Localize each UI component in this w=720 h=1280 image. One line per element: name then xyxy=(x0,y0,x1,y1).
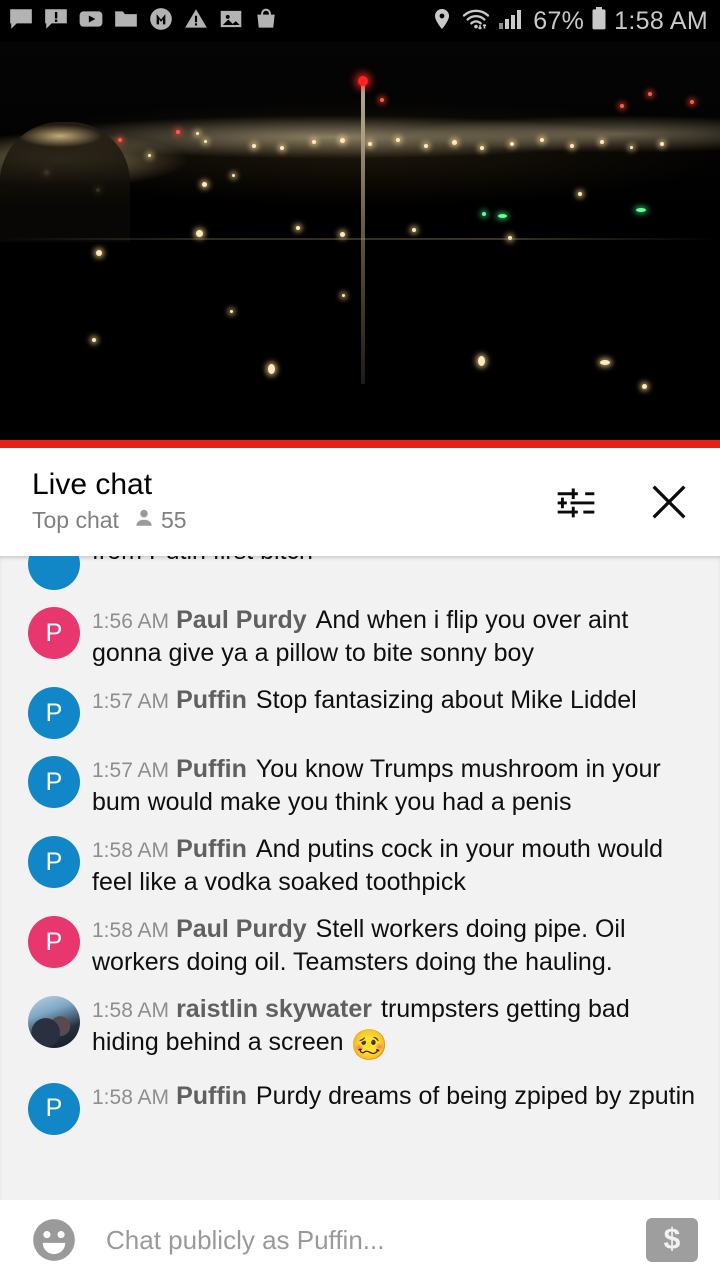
video-player[interactable] xyxy=(0,42,720,448)
live-chat-message-list[interactable]: from Putin first bitch P 1:56 AM Paul Purdy… xyxy=(0,556,720,1201)
chat-message-row[interactable]: from Putin first bitch xyxy=(0,556,720,597)
chat-message-row[interactable]: P 1:58 AM Paul Purdy Stell workers doing pi… xyxy=(0,906,720,986)
chat-message-row[interactable]: P 1:58 AM Puffin Purdy dreams of being zpip… xyxy=(0,1073,720,1142)
message-text: from Putin first bitch xyxy=(92,556,313,565)
location-pin-icon xyxy=(430,6,454,37)
message-author[interactable]: raistlin skywater xyxy=(176,995,372,1023)
message-timestamp: 1:58 AM xyxy=(92,1085,170,1109)
message-author[interactable]: Puffin xyxy=(176,835,247,863)
image-icon xyxy=(218,6,244,37)
avatar[interactable]: P xyxy=(28,916,80,968)
youtube-play-icon xyxy=(78,6,104,37)
chat-mode-label[interactable]: Top chat xyxy=(32,509,119,532)
status-bar: 67% 1:58 AM xyxy=(0,0,720,42)
chat-message-body: 1:58 AM Puffin Purdy dreams of being zpipe… xyxy=(80,1080,696,1113)
chat-alert-icon xyxy=(43,6,69,37)
avatar[interactable] xyxy=(28,556,80,590)
message-text: Purdy dreams of being zpiped by zputin xyxy=(255,1081,696,1110)
chat-message-row[interactable]: 1:58 AM raistlin skywater trumpsters getti… xyxy=(0,986,720,1073)
message-emoji: 🥴 xyxy=(350,1029,388,1062)
avatar[interactable]: P xyxy=(28,836,80,888)
message-author[interactable]: Paul Purdy xyxy=(176,606,307,634)
live-chat-header: Live chat Top chat 55 xyxy=(0,448,720,556)
jefferson-memorial xyxy=(0,122,130,242)
washington-monument xyxy=(361,84,365,384)
horizon-road-line xyxy=(0,238,720,240)
avatar[interactable] xyxy=(28,996,80,1048)
monument-beacon-light xyxy=(358,76,368,86)
status-bar-notification-icons xyxy=(8,6,279,37)
video-progress-bar[interactable] xyxy=(0,440,720,448)
message-timestamp: 1:58 AM xyxy=(92,999,170,1022)
tune-sliders-icon[interactable] xyxy=(554,480,598,524)
close-x-icon[interactable] xyxy=(646,479,692,525)
chat-message-body: 1:58 AM raistlin skywater trumpsters getti… xyxy=(80,993,696,1066)
chat-message-row[interactable]: P 1:57 AM Puffin Stop fantasizing about Mik… xyxy=(0,677,720,746)
signal-bars-icon xyxy=(498,7,524,36)
status-bar-clock: 1:58 AM xyxy=(614,6,708,35)
chat-message-body: from Putin first bitch xyxy=(80,556,696,568)
avatar[interactable]: P xyxy=(28,1082,80,1135)
viewer-count-value: 55 xyxy=(160,507,187,533)
viewer-count: 55 xyxy=(133,507,187,534)
warning-triangle-icon xyxy=(183,6,209,37)
avatar[interactable]: P xyxy=(28,607,80,659)
chat-message-body: 1:58 AM Puffin And putins cock in your mou… xyxy=(80,833,696,899)
live-chat-header-actions xyxy=(554,479,692,525)
chat-bubble-icon xyxy=(8,6,34,37)
city-lights xyxy=(0,42,720,448)
battery-percent-label: 67% xyxy=(533,6,585,35)
chat-message-body: 1:56 AM Paul Purdy And when i flip you ove… xyxy=(80,604,696,670)
message-author[interactable]: Puffin xyxy=(176,1082,247,1110)
message-author[interactable]: Paul Purdy xyxy=(176,915,307,943)
battery-icon xyxy=(591,6,607,37)
chat-message-row[interactable]: P 1:56 AM Paul Purdy And when i flip you ov… xyxy=(0,597,720,677)
circled-m-icon xyxy=(148,6,174,37)
shopping-bag-icon xyxy=(253,6,279,37)
wifi-icon xyxy=(461,6,491,37)
chat-input-bar: $ xyxy=(0,1200,720,1280)
message-timestamp: 1:57 AM xyxy=(92,690,170,713)
page-title: Live chat xyxy=(32,468,153,501)
chat-message-body: 1:57 AM Puffin Stop fantasizing about Mike… xyxy=(80,684,696,717)
folder-icon xyxy=(113,6,139,37)
message-timestamp: 1:58 AM xyxy=(92,839,170,862)
chat-input[interactable] xyxy=(80,1224,646,1256)
message-timestamp: 1:58 AM xyxy=(92,919,170,942)
status-bar-system-icons: 67% 1:58 AM xyxy=(430,6,708,37)
message-text: Stell workers doing pipe. Oil workers do… xyxy=(92,915,626,976)
emoji-smiley-icon[interactable] xyxy=(28,1214,80,1266)
live-chat-header-titles: Live chat Top chat 55 xyxy=(32,470,187,534)
message-text: And when i flip you over aint gonna give… xyxy=(92,606,629,667)
chat-message-body: 1:58 AM Paul Purdy Stell workers doing pip… xyxy=(80,913,696,979)
avatar[interactable]: P xyxy=(28,687,80,739)
live-chat-subheader: Top chat 55 xyxy=(32,507,187,534)
chat-message-row[interactable]: P 1:57 AM Puffin You know Trumps mushroom i… xyxy=(0,746,720,826)
message-timestamp: 1:56 AM xyxy=(92,610,170,633)
message-text: Stop fantasizing about Mike Liddel xyxy=(255,686,637,714)
dollar-sign-icon[interactable]: $ xyxy=(646,1218,698,1262)
chat-message-row[interactable]: P 1:58 AM Puffin And putins cock in your mo… xyxy=(0,826,720,906)
chat-message-body: 1:57 AM Puffin You know Trumps mushroom in… xyxy=(80,753,696,819)
person-icon xyxy=(133,507,155,534)
avatar[interactable]: P xyxy=(28,756,80,808)
message-timestamp: 1:57 AM xyxy=(92,759,170,782)
message-author[interactable]: Puffin xyxy=(176,755,247,783)
message-author[interactable]: Puffin xyxy=(176,686,247,714)
